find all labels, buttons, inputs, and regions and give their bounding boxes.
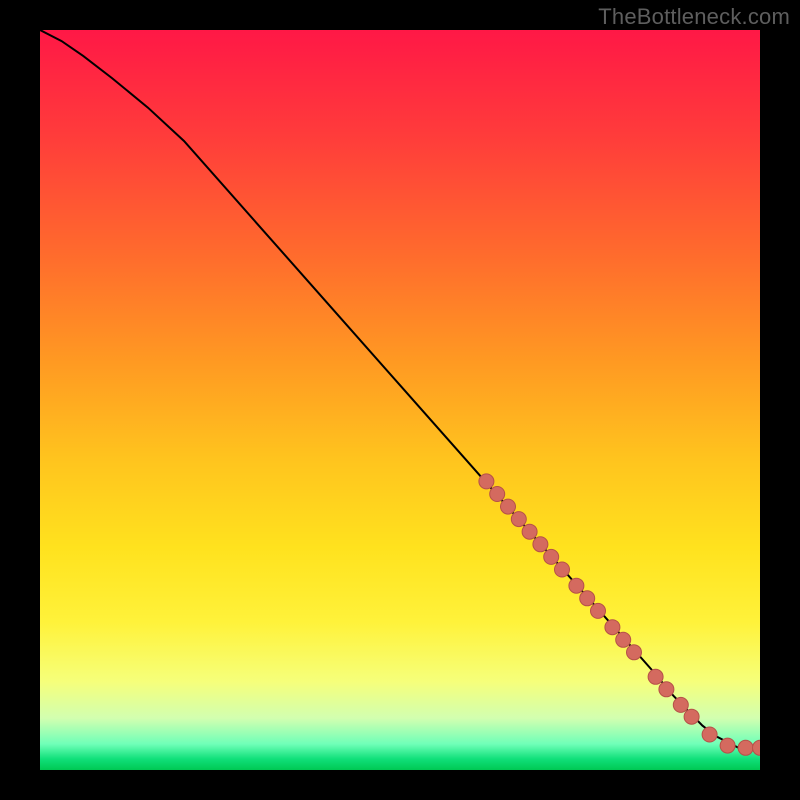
data-marker [555, 562, 570, 577]
data-marker [673, 697, 688, 712]
data-marker [511, 512, 526, 527]
data-marker [616, 632, 631, 647]
data-marker [702, 727, 717, 742]
gradient-panel [40, 30, 760, 770]
data-marker [627, 645, 642, 660]
data-marker [501, 499, 516, 514]
data-marker [591, 603, 606, 618]
data-marker [659, 682, 674, 697]
data-marker [684, 709, 699, 724]
data-marker [544, 549, 559, 564]
data-marker [522, 524, 537, 539]
data-marker [605, 620, 620, 635]
data-marker [720, 738, 735, 753]
plot-area [40, 30, 760, 770]
data-marker [533, 537, 548, 552]
data-marker [479, 474, 494, 489]
data-marker [580, 591, 595, 606]
chart-svg [40, 30, 760, 770]
data-marker [738, 740, 753, 755]
data-marker [490, 487, 505, 502]
watermark-text: TheBottleneck.com [598, 4, 790, 30]
data-marker [648, 669, 663, 684]
data-marker [569, 578, 584, 593]
chart-frame: TheBottleneck.com [0, 0, 800, 800]
